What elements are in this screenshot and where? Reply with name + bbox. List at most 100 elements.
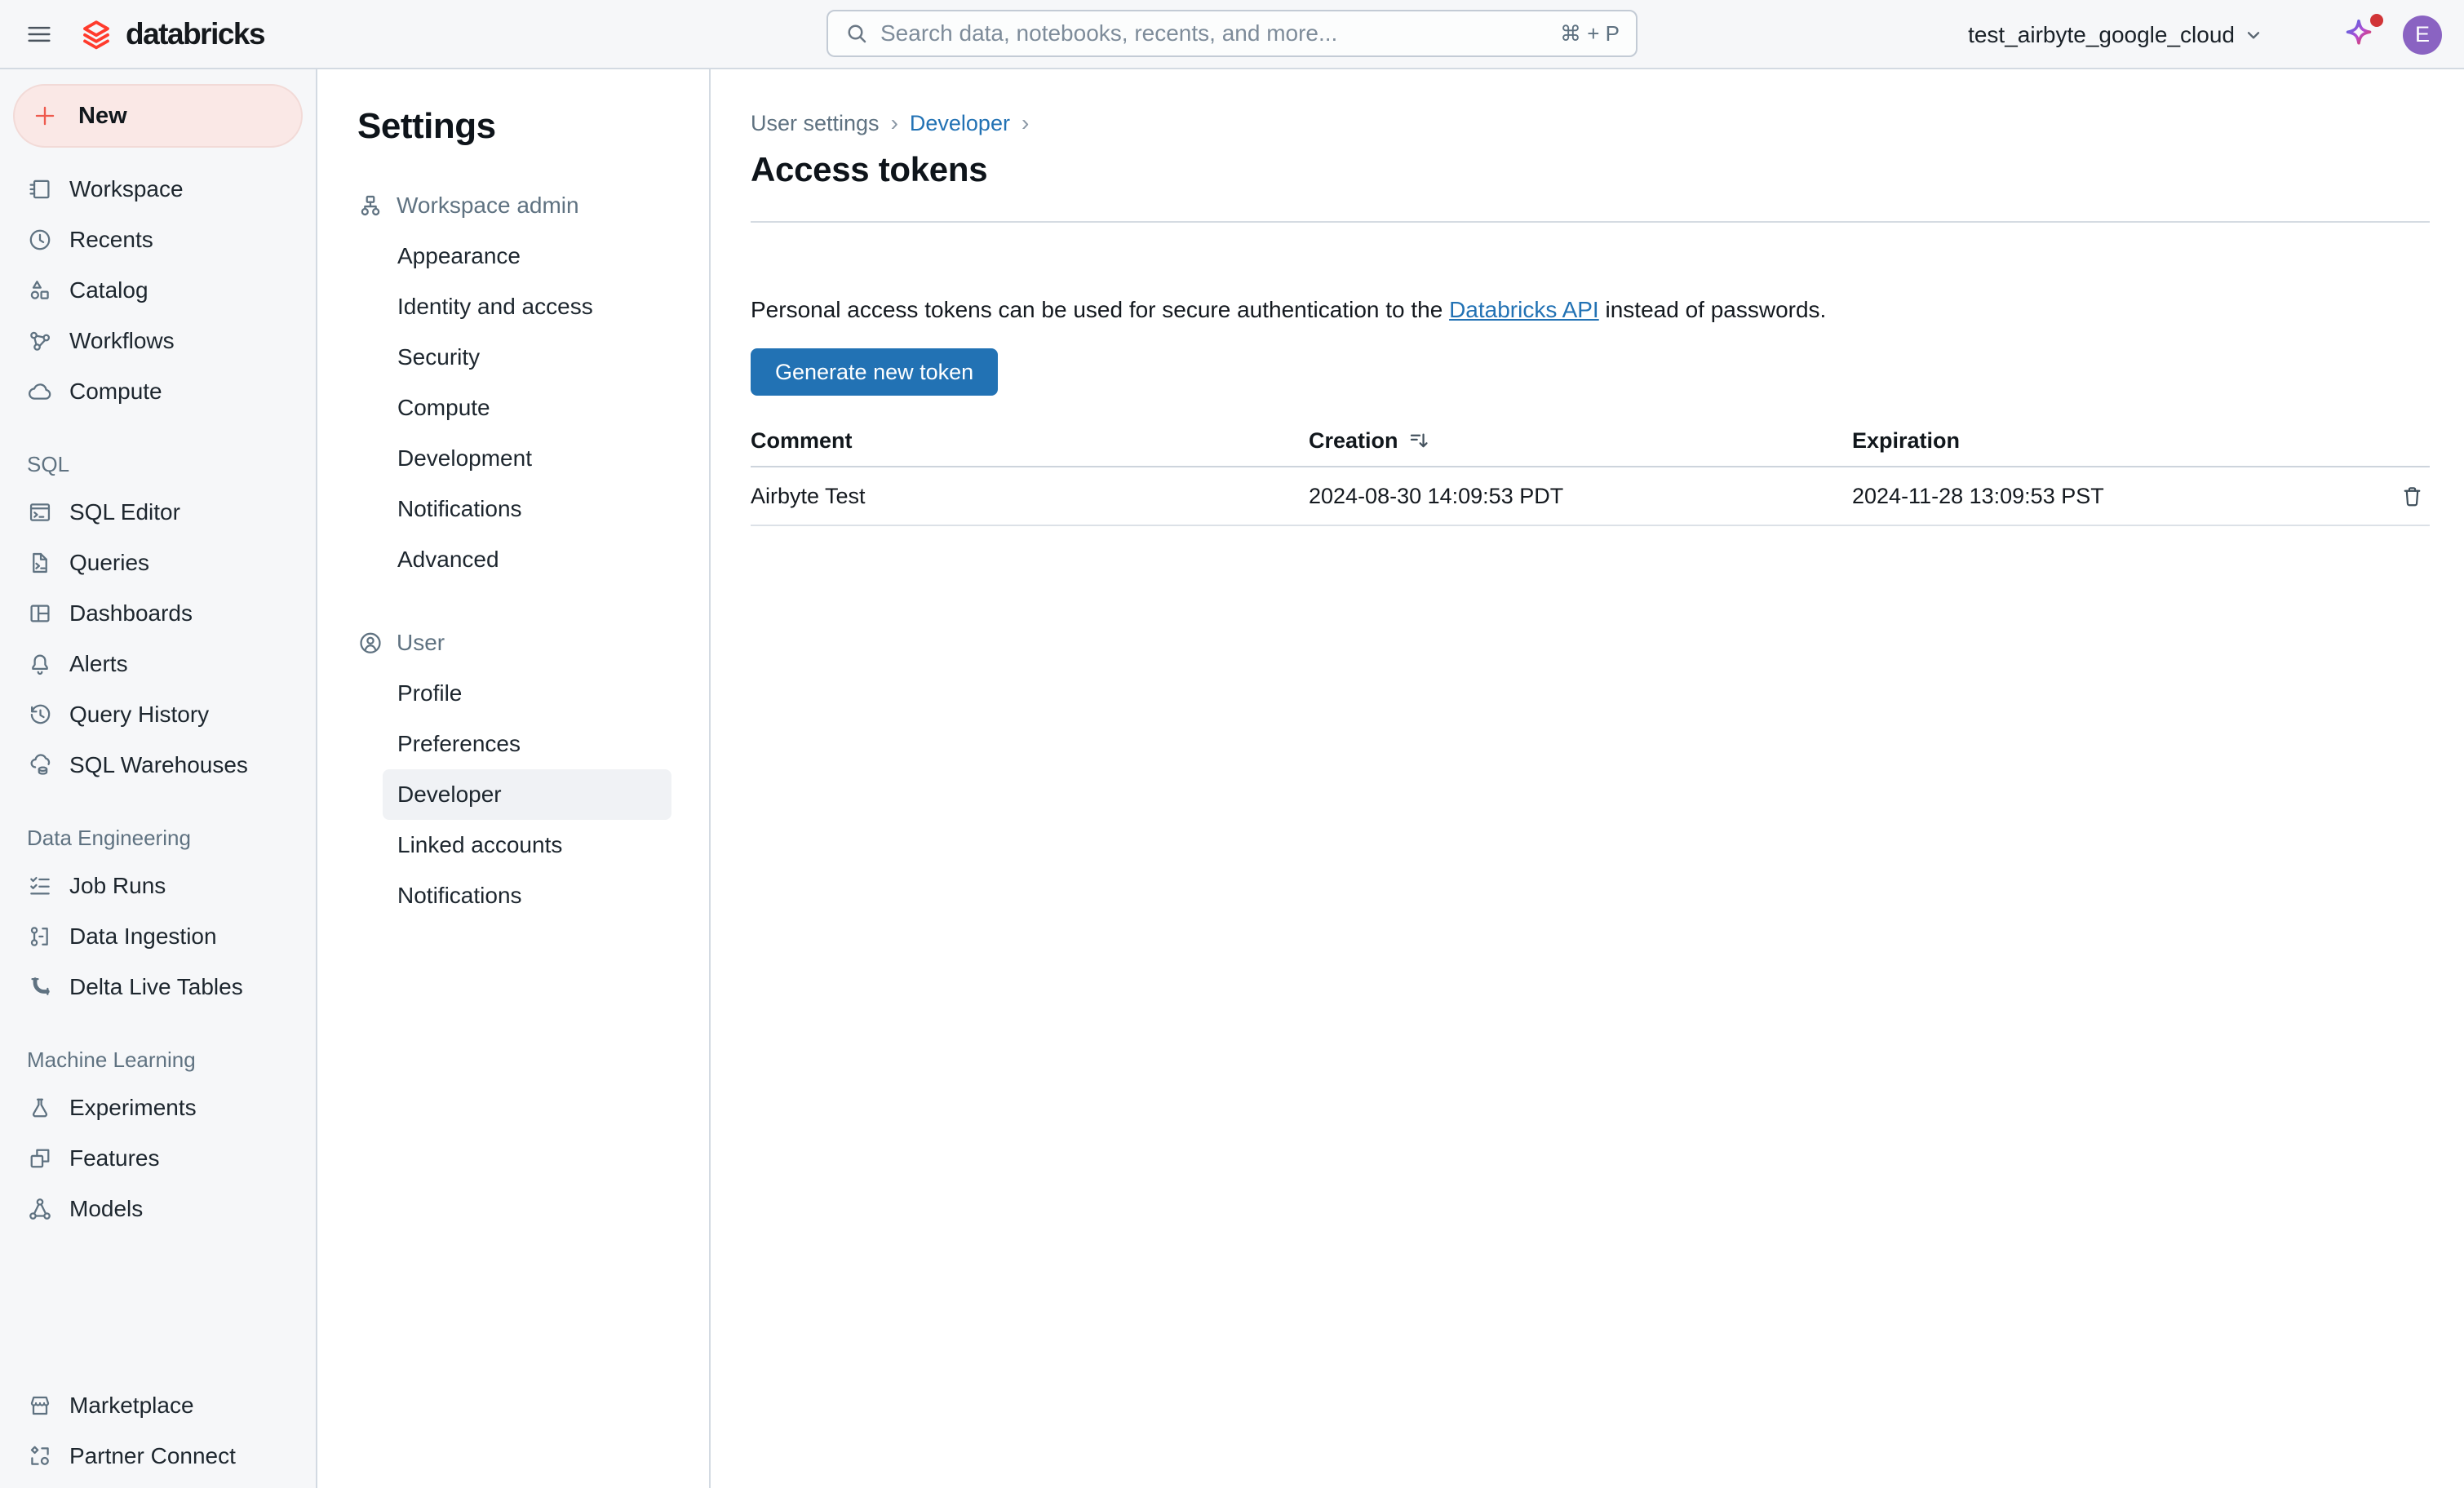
databricks-logo[interactable]: databricks — [77, 15, 264, 54]
breadcrumb-separator-icon: › — [1021, 110, 1029, 136]
plus-icon — [31, 102, 59, 130]
settings-item-developer[interactable]: Developer — [383, 769, 671, 820]
hamburger-menu-button[interactable] — [21, 16, 57, 52]
trash-icon — [2400, 484, 2425, 509]
workspace-icon — [27, 176, 53, 202]
sidebar-item-label: Workflows — [69, 328, 175, 354]
databricks-api-link[interactable]: Databricks API — [1449, 297, 1599, 322]
sidebar-item-label: Delta Live Tables — [69, 974, 243, 1000]
settings-item-security[interactable]: Security — [383, 332, 671, 383]
sidebar-item-sql-warehouses[interactable]: SQL Warehouses — [0, 740, 316, 790]
table-header-row: Comment Creation Expiration — [751, 415, 2430, 467]
databricks-logo-icon — [77, 15, 116, 54]
settings-panel: Settings Workspace admin Appearance Iden… — [319, 69, 711, 1488]
workflows-icon — [27, 328, 53, 354]
settings-item-label: Notifications — [397, 883, 522, 909]
sidebar-item-models[interactable]: Models — [0, 1184, 316, 1234]
workspace-name: test_airbyte_google_cloud — [1968, 22, 2235, 48]
marketplace-storefront-icon — [27, 1393, 53, 1419]
settings-item-label: Compute — [397, 395, 490, 421]
dashboards-grid-icon — [27, 600, 53, 627]
settings-item-label: Security — [397, 344, 480, 370]
top-bar: databricks Search data, notebooks, recen… — [0, 0, 2464, 69]
sidebar-item-label: Compute — [69, 379, 162, 405]
sidebar-item-data-ingestion[interactable]: Data Ingestion — [0, 911, 316, 962]
settings-item-notifications-admin[interactable]: Notifications — [383, 484, 671, 534]
settings-item-label: Developer — [397, 782, 502, 808]
global-search-input[interactable]: Search data, notebooks, recents, and mor… — [827, 10, 1637, 57]
workspace-admin-org-icon — [357, 193, 383, 219]
description-text: Personal access tokens can be used for s… — [751, 296, 2430, 324]
sidebar-item-label: Models — [69, 1196, 143, 1222]
sidebar-item-marketplace[interactable]: Marketplace — [0, 1380, 316, 1431]
app-sidebar: New Workspace Recents Catalog Workflows … — [0, 69, 317, 1488]
settings-item-linked-accounts[interactable]: Linked accounts — [383, 820, 671, 870]
settings-item-preferences[interactable]: Preferences — [383, 719, 671, 769]
sidebar-item-dashboards[interactable]: Dashboards — [0, 588, 316, 639]
features-icon — [27, 1145, 53, 1171]
settings-item-advanced[interactable]: Advanced — [383, 534, 671, 585]
column-header-creation-label: Creation — [1309, 428, 1398, 454]
token-comment-cell: Airbyte Test — [751, 484, 1309, 509]
sidebar-item-compute[interactable]: Compute — [0, 366, 316, 417]
sidebar-item-label: Catalog — [69, 277, 148, 303]
sidebar-item-label: Data Ingestion — [69, 923, 217, 950]
sidebar-item-catalog[interactable]: Catalog — [0, 265, 316, 316]
settings-item-profile[interactable]: Profile — [383, 668, 671, 719]
generate-new-token-button[interactable]: Generate new token — [751, 348, 998, 396]
settings-item-notifications-user[interactable]: Notifications — [383, 870, 671, 921]
sidebar-footer: Marketplace Partner Connect — [0, 1380, 316, 1481]
hamburger-icon — [24, 20, 54, 49]
sidebar-item-workspace[interactable]: Workspace — [0, 164, 316, 215]
workspace-selector[interactable]: test_airbyte_google_cloud — [1968, 22, 2264, 48]
sidebar-item-alerts[interactable]: Alerts — [0, 639, 316, 689]
sidebar-item-query-history[interactable]: Query History — [0, 689, 316, 740]
search-icon — [844, 21, 869, 46]
column-header-creation[interactable]: Creation — [1309, 428, 1852, 454]
databricks-wordmark: databricks — [126, 17, 264, 51]
sql-warehouses-icon — [27, 752, 53, 778]
sidebar-item-features[interactable]: Features — [0, 1133, 316, 1184]
sidebar-item-queries[interactable]: Queries — [0, 538, 316, 588]
table-row: Airbyte Test 2024-08-30 14:09:53 PDT 202… — [751, 467, 2430, 526]
alerts-bell-icon — [27, 651, 53, 677]
user-circle-icon — [357, 630, 383, 656]
sidebar-item-experiments[interactable]: Experiments — [0, 1083, 316, 1133]
delete-token-button[interactable] — [2394, 478, 2430, 514]
settings-item-appearance[interactable]: Appearance — [383, 231, 671, 281]
sidebar-section-data-engineering: Data Engineering — [0, 815, 316, 861]
breadcrumb-user-settings[interactable]: User settings — [751, 111, 880, 136]
column-header-comment: Comment — [751, 428, 1309, 454]
settings-item-development[interactable]: Development — [383, 433, 671, 484]
user-avatar[interactable]: E — [2403, 16, 2442, 55]
sidebar-item-job-runs[interactable]: Job Runs — [0, 861, 316, 911]
sidebar-section-machine-learning: Machine Learning — [0, 1037, 316, 1083]
sidebar-item-label: Dashboards — [69, 600, 193, 627]
models-network-icon — [27, 1196, 53, 1222]
page-title: Access tokens — [751, 149, 2430, 190]
catalog-icon — [27, 277, 53, 303]
breadcrumb-developer[interactable]: Developer — [910, 111, 1010, 136]
settings-item-compute[interactable]: Compute — [383, 383, 671, 433]
settings-group-user: User — [357, 618, 709, 668]
settings-group-label: Workspace admin — [397, 193, 579, 219]
main-content: User settings › Developer › Access token… — [711, 69, 2464, 1488]
column-header-expiration: Expiration — [1852, 428, 2381, 454]
sidebar-item-workflows[interactable]: Workflows — [0, 316, 316, 366]
query-history-icon — [27, 702, 53, 728]
sidebar-item-label: Queries — [69, 550, 149, 576]
sidebar-item-label: Marketplace — [69, 1393, 194, 1419]
sidebar-item-delta-live-tables[interactable]: Delta Live Tables — [0, 962, 316, 1012]
sidebar-item-sql-editor[interactable]: SQL Editor — [0, 487, 316, 538]
search-shortcut-hint: ⌘ + P — [1560, 21, 1620, 46]
sidebar-item-recents[interactable]: Recents — [0, 215, 316, 265]
search-placeholder: Search data, notebooks, recents, and mor… — [880, 20, 1549, 46]
sidebar-section-sql: SQL — [0, 441, 316, 487]
sidebar-item-label: Partner Connect — [69, 1443, 236, 1469]
sidebar-item-partner-connect[interactable]: Partner Connect — [0, 1431, 316, 1481]
data-ingestion-icon — [27, 923, 53, 950]
sidebar-item-label: Features — [69, 1145, 160, 1171]
settings-item-identity-and-access[interactable]: Identity and access — [383, 281, 671, 332]
assistant-button[interactable] — [2339, 16, 2378, 55]
new-button[interactable]: New — [13, 84, 303, 148]
